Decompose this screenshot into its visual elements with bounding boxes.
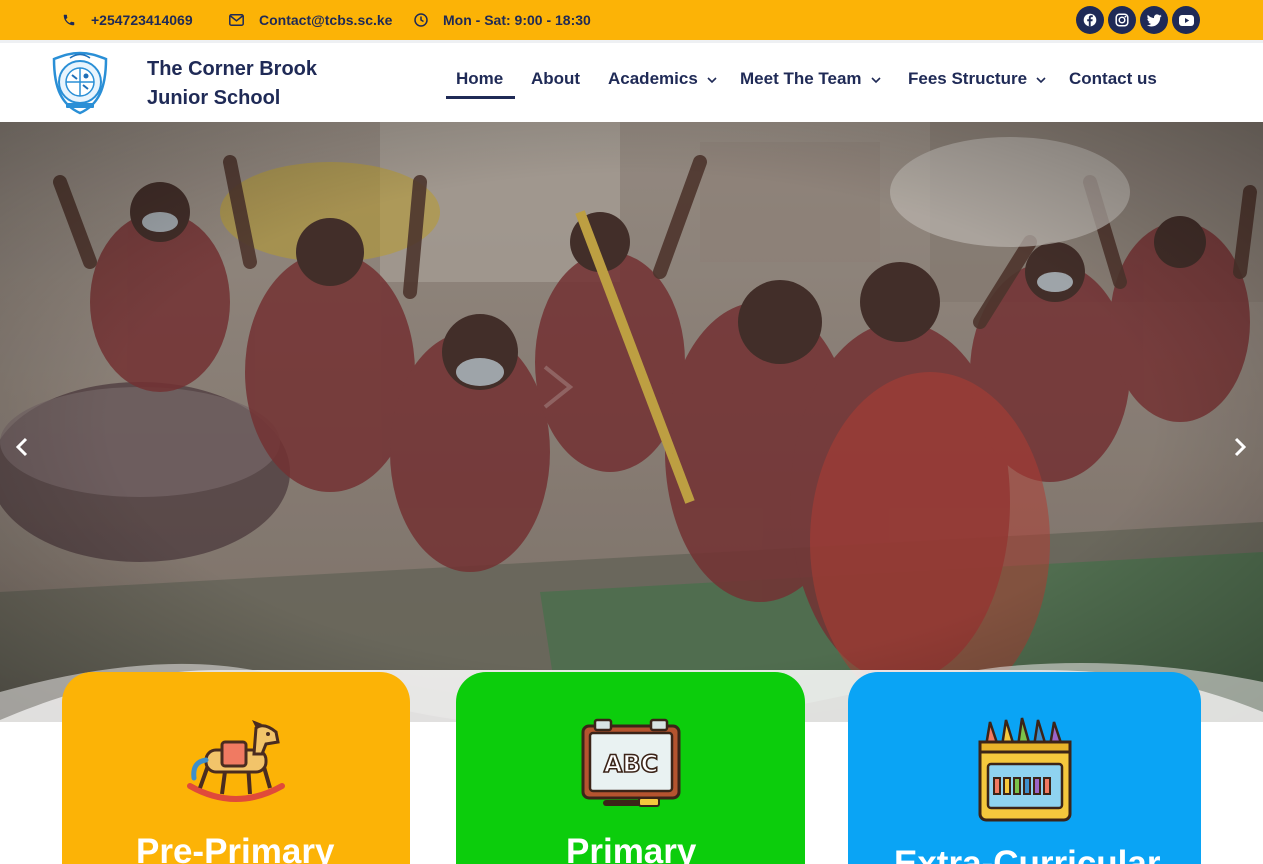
school-name-line1: The Corner Brook xyxy=(147,58,318,80)
nav-contact-us[interactable]: Contact us xyxy=(1069,69,1157,89)
active-nav-underline xyxy=(446,96,515,99)
nav-about[interactable]: About xyxy=(531,69,580,89)
card-pre-primary[interactable]: Pre-Primary xyxy=(62,672,410,864)
rocking-horse-icon xyxy=(186,720,286,809)
youtube-icon[interactable] xyxy=(1172,6,1200,34)
top-bar: +254723414069 Contact@tcbs.sc.ke Mon - S… xyxy=(0,0,1263,40)
phone-contact[interactable]: +254723414069 xyxy=(62,0,193,40)
email-address: Contact@tcbs.sc.ke xyxy=(259,12,393,28)
crayons-icon xyxy=(976,712,1074,829)
nav-academics-label: Academics xyxy=(608,69,698,88)
nav-team-label: Meet The Team xyxy=(740,69,862,88)
school-name-line2: Junior School xyxy=(147,87,281,109)
school-name[interactable]: The Corner Brook Junior School xyxy=(147,55,317,113)
slider-prev-button[interactable] xyxy=(12,434,32,464)
card-title: Primary xyxy=(566,832,697,864)
chevron-down-icon xyxy=(870,69,881,89)
opening-hours: Mon - Sat: 9:00 - 18:30 xyxy=(414,0,591,40)
nav-about-label: About xyxy=(531,69,581,88)
clock-icon xyxy=(414,13,428,27)
nav-meet-the-team[interactable]: Meet The Team xyxy=(740,69,881,89)
abc-board-icon: ABC xyxy=(581,716,681,813)
nav-home[interactable]: Home xyxy=(456,69,503,89)
twitter-icon[interactable] xyxy=(1140,6,1168,34)
nav-academics[interactable]: Academics xyxy=(608,69,717,89)
nav-home-label: Home xyxy=(456,69,504,88)
phone-number: +254723414069 xyxy=(91,12,193,28)
card-title: Pre-Primary xyxy=(136,832,335,864)
classroom-photo xyxy=(0,122,1263,722)
card-primary[interactable]: ABC Primary xyxy=(456,672,805,864)
nav-fees-structure[interactable]: Fees Structure xyxy=(908,69,1046,89)
slider-next-button[interactable] xyxy=(1230,434,1250,464)
card-title: Extra-Curricular xyxy=(894,844,1161,864)
email-contact[interactable]: Contact@tcbs.sc.ke xyxy=(229,0,392,40)
chevron-down-icon xyxy=(1036,69,1046,89)
envelope-icon xyxy=(229,14,244,26)
nav-fees-label: Fees Structure xyxy=(908,69,1028,88)
chevron-down-icon xyxy=(707,69,717,89)
site-header: The Corner Brook Junior School Home Abou… xyxy=(0,40,1263,122)
hero-slider[interactable] xyxy=(0,122,1263,722)
svg-text:ABC: ABC xyxy=(604,750,658,778)
chevron-right-icon xyxy=(1234,437,1247,462)
phone-icon xyxy=(62,13,76,27)
hours-text: Mon - Sat: 9:00 - 18:30 xyxy=(443,12,591,28)
chevron-left-icon xyxy=(15,437,28,462)
nav-contact-label: Contact us xyxy=(1069,69,1157,88)
facebook-icon[interactable] xyxy=(1076,6,1104,34)
card-extra-curricular[interactable]: Extra-Curricular xyxy=(848,672,1201,864)
school-logo[interactable] xyxy=(48,49,112,115)
instagram-icon[interactable] xyxy=(1108,6,1136,34)
